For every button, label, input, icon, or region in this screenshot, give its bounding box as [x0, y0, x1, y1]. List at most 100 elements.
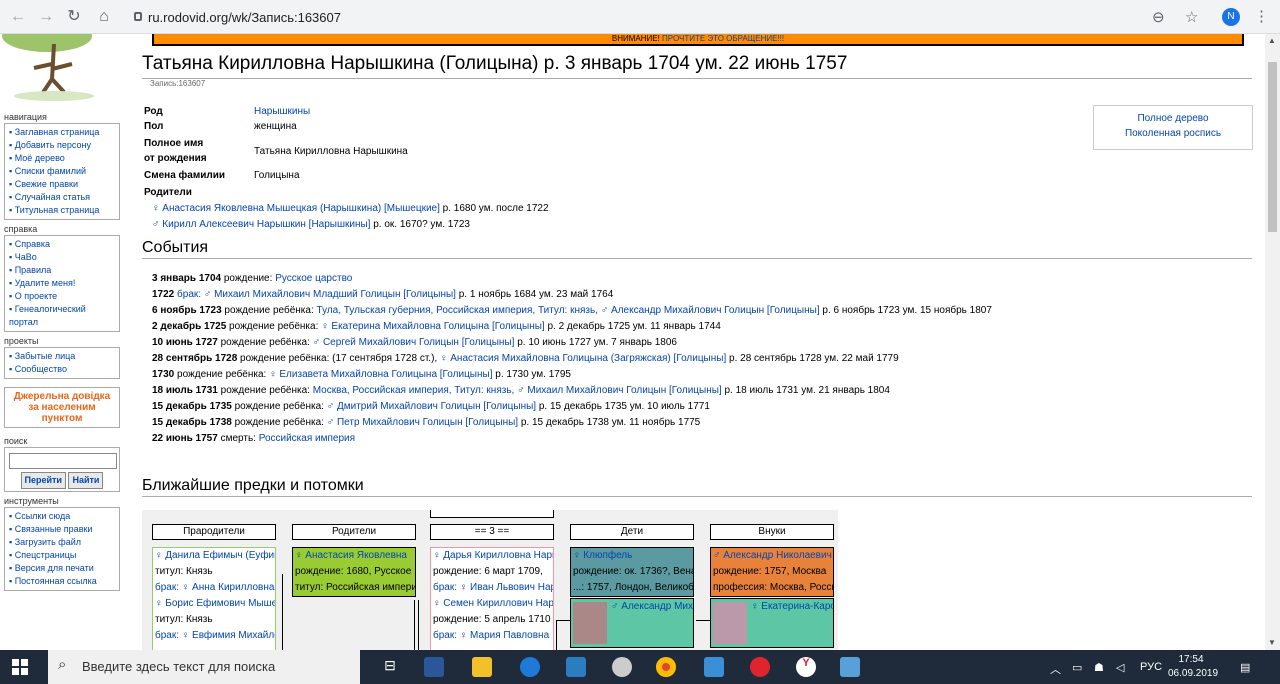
search-input[interactable] — [9, 453, 117, 469]
special-link[interactable]: Джерельна довідка за населеним пунктом — [4, 387, 120, 428]
sidebar-nav-item-label[interactable]: Списки фамилий — [15, 166, 86, 176]
sidebar-nav-item-label[interactable]: Моё дерево — [15, 153, 65, 163]
forward-icon[interactable]: → — [34, 6, 58, 28]
sidebar-tool-item-label[interactable]: Спецстраницы — [15, 550, 77, 560]
event-link[interactable]: ♂ Сергей Михайлович Голицын [Голицыны] — [313, 337, 515, 348]
grandchild-card[interactable]: ♀ Екатерина-Каролина — [710, 598, 834, 648]
sidebar-help-item-3[interactable]: ▪ Удалите меня! — [9, 277, 115, 290]
tray-arrow-icon[interactable]: ︿ — [1050, 661, 1061, 677]
url-text[interactable]: ru.rodovid.org/wk/Запись:163607 — [148, 10, 341, 25]
sidebar-nav-item-label[interactable]: Случайная статья — [15, 192, 90, 202]
sidebar-tool-item-label[interactable]: Постоянная ссылка — [15, 576, 97, 586]
grandchild-card[interactable]: ♂ Александр Николаевич рождение: 1757, М… — [710, 547, 834, 597]
sidebar-nav-item-0[interactable]: ▪ Заглавная страница — [9, 126, 115, 139]
sidebar-tool-item-label[interactable]: Загрузить файл — [15, 537, 81, 547]
sidebar-tool-item-2[interactable]: ▪ Загрузить файл — [9, 536, 115, 549]
tree-person[interactable]: ♀ Клюпфель — [573, 548, 693, 564]
tree-person[interactable]: ♀ Дарья Кирилловна Нарышкина — [433, 548, 553, 564]
father-link[interactable]: ♂ Кирилл Алексеевич Нарышкин [Нарышкины] — [152, 219, 370, 230]
sidebar-tool-item-label[interactable]: Версия для печати — [15, 563, 94, 573]
sidebar-help-item-label[interactable]: Генеалогический портал — [9, 304, 86, 327]
event-link[interactable]: ♀ Екатерина Михайловна Голицына [Голицын… — [321, 321, 545, 332]
rod-value[interactable]: Нарышкины — [254, 104, 310, 119]
language-indicator[interactable]: РУС — [1140, 661, 1162, 673]
sidebar-nav-item-label[interactable]: Заглавная страница — [15, 127, 100, 137]
reload-icon[interactable]: ↻ — [62, 6, 86, 28]
sidebar-help-item-2[interactable]: ▪ Правила — [9, 264, 115, 277]
go-button[interactable]: Перейти — [20, 472, 66, 489]
event-link[interactable]: ♂ Дмитрий Михайлович Голицын [Голицыны] — [327, 401, 536, 412]
event-link[interactable]: Тула, Тульская губерния, Российская импе… — [317, 305, 820, 316]
sidebar-nav-item-label[interactable]: Добавить персону — [15, 140, 91, 150]
event-link[interactable]: ♀ Анастасия Михайловна Голицына (Загряжс… — [440, 353, 726, 364]
event-link[interactable]: ♀ Елизавета Михайловна Голицына [Голицын… — [269, 369, 492, 380]
word-icon[interactable] — [424, 657, 444, 677]
sidebar-tool-item-5[interactable]: ▪ Постоянная ссылка — [9, 575, 115, 588]
sidebar-help-item-label[interactable]: ЧаВо — [15, 252, 37, 262]
media-player-icon[interactable] — [566, 657, 586, 677]
full-tree-link[interactable]: Полное дерево — [1094, 111, 1252, 126]
sidebar-help-item-1[interactable]: ▪ ЧаВо — [9, 251, 115, 264]
app-icon[interactable] — [840, 657, 860, 677]
grandparents-card[interactable]: ♀ Данила Ефимыч (Еуфимович) титул: Князь… — [152, 547, 276, 650]
menu-icon[interactable]: ⋮ — [1254, 7, 1269, 25]
taskbar-search[interactable]: ⌕ Введите здесь текст для поиска — [48, 650, 360, 684]
sidebar-help-item-4[interactable]: ▪ О проекте — [9, 290, 115, 303]
event-link[interactable]: Москва, Российская империя, Титул: князь… — [313, 385, 722, 396]
battery-icon[interactable]: ▭ — [1072, 661, 1082, 674]
opera-icon[interactable] — [750, 657, 770, 677]
siblings-card[interactable]: ♀ Дарья Кирилловна Нарышкина рождение: 6… — [430, 547, 554, 650]
app-circle-icon[interactable] — [612, 657, 632, 677]
taskbar-search-placeholder[interactable]: Введите здесь текст для поиска — [82, 659, 275, 674]
back-icon[interactable]: ← — [6, 6, 30, 28]
sidebar-nav-item-label[interactable]: Титульная страница — [15, 205, 100, 215]
mail-icon[interactable] — [704, 657, 724, 677]
tree-person[interactable]: брак: ♀ Анна Кирилловна — [155, 580, 275, 596]
chrome-icon[interactable] — [656, 657, 676, 677]
profile-avatar[interactable]: N — [1222, 8, 1240, 26]
sidebar-nav-item-label[interactable]: Свежие правки — [15, 179, 78, 189]
notice-link[interactable]: ПРОЧТИТЕ ЭТО ОБРАЩЕНИЕ!!! — [662, 34, 784, 43]
bookmark-star-icon[interactable]: ☆ — [1185, 8, 1198, 26]
sidebar-help-item-label[interactable]: Справка — [15, 239, 50, 249]
sidebar-nav-item-2[interactable]: ▪ Моё дерево — [9, 152, 115, 165]
child-card[interactable]: ♀ Клюпфель рождение: ок. 1736?, Вена ...… — [570, 547, 694, 597]
clock[interactable]: 17:54 06.09.2019 — [1168, 653, 1218, 681]
tree-person[interactable]: ♂ Александр Николаевич — [713, 548, 833, 564]
tree-person[interactable]: брак: ♀ Иван Львович Нарышкин — [433, 580, 553, 596]
sidebar-tool-item-label[interactable]: Связанные правки — [15, 524, 93, 534]
windows-start-icon[interactable] — [12, 659, 28, 675]
child-card[interactable]: ♂ Александр Михайлович — [570, 598, 694, 648]
generations-link[interactable]: Поколенная роспись — [1094, 126, 1252, 141]
notifications-icon[interactable]: ▤ — [1240, 661, 1250, 674]
sidebar-nav-item-6[interactable]: ▪ Титульная страница — [9, 204, 115, 217]
sidebar-project-item-1[interactable]: ▪ Сообщество — [9, 363, 115, 376]
sidebar-project-item-label[interactable]: Сообщество — [15, 364, 67, 374]
scroll-thumb[interactable] — [1268, 62, 1277, 232]
parent-card[interactable]: ♀ Анастасия Яковлевна рождение: 1680, Ру… — [292, 547, 416, 597]
zoom-icon[interactable]: ⊖ — [1152, 8, 1165, 26]
tree-person[interactable]: ♀ Данила Ефимыч (Еуфимович) — [155, 548, 275, 564]
sidebar-nav-item-1[interactable]: ▪ Добавить персону — [9, 139, 115, 152]
network-icon[interactable]: ☗ — [1094, 661, 1104, 674]
event-link[interactable]: брак: ♂ Михаил Михайлович Младший Голицы… — [177, 289, 456, 300]
page-scrollbar[interactable]: ▲ ▼ — [1265, 34, 1280, 650]
sidebar-help-item-label[interactable]: О проекте — [15, 291, 57, 301]
event-link[interactable]: Российская империя — [259, 433, 355, 444]
tree-person[interactable]: брак: ♀ Евфимия Михайловна — [155, 628, 275, 644]
sidebar-tool-item-4[interactable]: ▪ Версия для печати — [9, 562, 115, 575]
address-bar[interactable]: ru.rodovid.org/wk/Запись:163607 — [128, 4, 1208, 30]
sidebar-project-item-label[interactable]: Забытые лица — [15, 351, 76, 361]
edge-icon[interactable] — [520, 657, 540, 677]
scroll-down-icon[interactable]: ▼ — [1268, 638, 1276, 647]
yandex-icon[interactable]: Y — [796, 657, 816, 677]
sidebar-help-item-label[interactable]: Правила — [15, 265, 52, 275]
sidebar-tool-item-label[interactable]: Ссылки сюда — [15, 511, 71, 521]
tree-person[interactable]: ♀ Анастасия Яковлевна — [295, 548, 415, 564]
file-explorer-icon[interactable] — [472, 657, 492, 677]
find-button[interactable]: Найти — [68, 472, 104, 489]
task-view-icon[interactable]: ⊟ — [380, 657, 400, 677]
sidebar-nav-item-3[interactable]: ▪ Списки фамилий — [9, 165, 115, 178]
event-link[interactable]: ♂ Петр Михайлович Голицын [Голицыны] — [327, 417, 518, 428]
sidebar-help-item-label[interactable]: Удалите меня! — [15, 278, 76, 288]
